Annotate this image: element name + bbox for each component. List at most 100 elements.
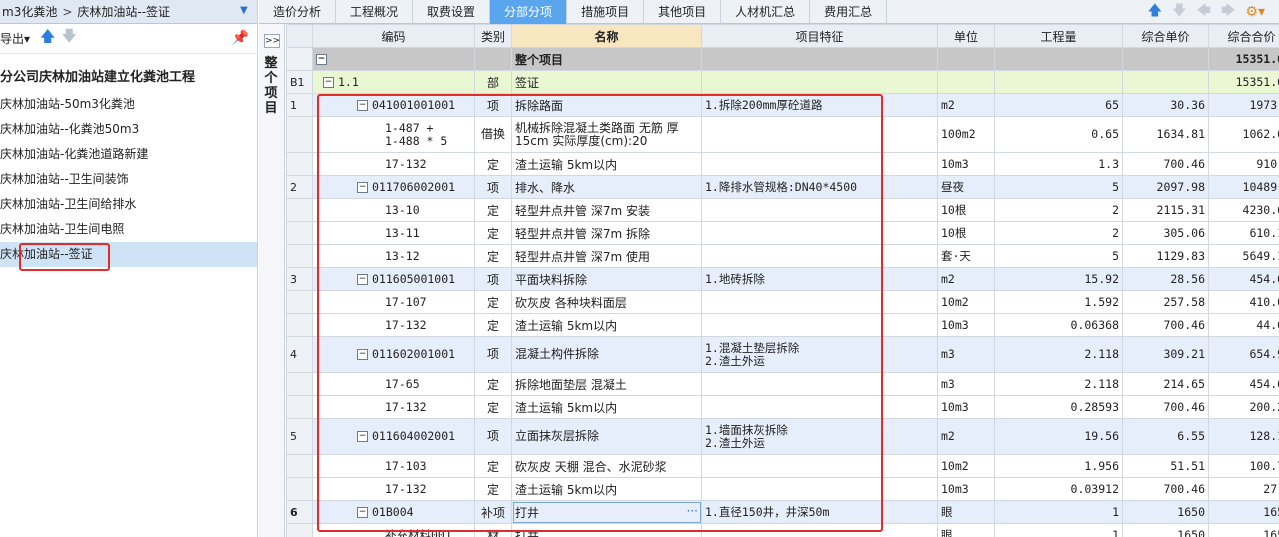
tab-1[interactable]: 工程概况 — [336, 0, 414, 24]
unit-cell[interactable]: 套·天 — [937, 244, 995, 268]
name-cell[interactable]: 机械拆除混凝土类路面 无筋 厚 15cm 实际厚度(cm):20 — [511, 116, 702, 153]
name-cell[interactable]: 砍灰皮 各种块料面层 — [511, 290, 702, 314]
name-cell[interactable]: 渣土运输 5km以内 — [511, 395, 702, 419]
type-cell[interactable]: 定 — [474, 221, 512, 245]
type-cell[interactable]: 补项 — [474, 500, 512, 524]
feature-cell[interactable] — [701, 198, 938, 222]
unit-cell[interactable]: m3 — [937, 372, 995, 396]
unit-cell[interactable]: 100m2 — [937, 116, 995, 153]
type-cell[interactable]: 材 — [474, 523, 512, 537]
collapse-toggle-icon[interactable]: − — [323, 77, 334, 88]
collapse-toggle-icon[interactable]: − — [357, 431, 368, 442]
tree-item[interactable]: 庆林加油站-化粪池道路新建 — [0, 142, 257, 167]
feature-cell[interactable]: 1.拆除200mm厚砼道路 — [701, 93, 938, 117]
feature-cell[interactable]: 1.直径150井，井深50m — [701, 500, 938, 524]
type-cell[interactable]: 项 — [474, 175, 512, 199]
unit-cell[interactable]: 10根 — [937, 221, 995, 245]
name-cell[interactable]: 打井 — [511, 523, 702, 537]
quantity-cell[interactable]: 0.06368 — [994, 313, 1123, 337]
unit-cell[interactable]: m2 — [937, 418, 995, 455]
unit-cell[interactable]: m3 — [937, 336, 995, 373]
move-left-icon[interactable]: 🡄 — [1196, 0, 1210, 24]
col-quantity[interactable]: 工程量 — [994, 24, 1123, 48]
breadcrumb-current[interactable]: 庆林加油站--签证 — [77, 3, 170, 20]
unit-cell[interactable]: 10根 — [937, 198, 995, 222]
code-cell[interactable]: 17-65 — [312, 372, 475, 396]
project-title[interactable]: 分公司庆林加油站建立化粪池工程 — [0, 54, 257, 92]
code-cell[interactable]: 17-132 — [312, 395, 475, 419]
unit-cell[interactable]: 眼 — [937, 523, 995, 537]
quantity-cell[interactable]: 5 — [994, 244, 1123, 268]
type-cell[interactable]: 项 — [474, 267, 512, 291]
collapse-toggle-icon[interactable]: − — [357, 100, 368, 111]
expand-collapse-button[interactable]: >> — [264, 34, 280, 48]
table-row[interactable]: 17-107定砍灰皮 各种块料面层10m21.592257.58410.07建筑 — [286, 290, 1279, 314]
name-cell[interactable]: 轻型井点井管 深7m 拆除 — [511, 221, 702, 245]
feature-cell[interactable] — [701, 221, 938, 245]
code-cell[interactable]: 13-12 — [312, 244, 475, 268]
feature-cell[interactable] — [701, 477, 938, 501]
type-cell[interactable]: 项 — [474, 336, 512, 373]
name-cell[interactable]: 渣土运输 5km以内 — [511, 313, 702, 337]
name-cell[interactable]: 轻型井点井管 深7m 安装 — [511, 198, 702, 222]
quantity-cell[interactable]: 1 — [994, 500, 1123, 524]
name-cell[interactable]: 拆除地面垫层 混凝土 — [511, 372, 702, 396]
code-cell[interactable]: −011605001001 — [312, 267, 475, 291]
table-row[interactable]: 1-487 +1-488 * 5 借换 机械拆除混凝土类路面 无筋 厚 15cm 实际… — [286, 116, 1279, 153]
arrow-up-icon[interactable]: 🡅 — [40, 26, 55, 51]
type-cell[interactable]: 定 — [474, 244, 512, 268]
quantity-cell[interactable]: 1.592 — [994, 290, 1123, 314]
collapse-toggle-icon[interactable]: − — [316, 54, 327, 65]
move-up-icon[interactable]: 🡅 — [1148, 0, 1162, 24]
name-cell[interactable]: 砍灰皮 天棚 混合、水泥砂浆 — [511, 454, 702, 478]
collapse-toggle-icon[interactable]: − — [357, 182, 368, 193]
feature-cell[interactable] — [701, 395, 938, 419]
table-row[interactable]: 17-132定渣土运输 5km以内10m30.03912700.4627.4建筑 — [286, 477, 1279, 501]
tree-item[interactable]: 庆林加油站-卫生间给排水 — [0, 192, 257, 217]
quantity-cell[interactable]: 1 — [994, 523, 1123, 537]
table-row[interactable]: 17-132定渣土运输 5km以内10m31.3700.46910.6建筑 — [286, 152, 1279, 176]
col-unit[interactable]: 单位 — [937, 24, 995, 48]
feature-cell[interactable]: 1.混凝土垫层拆除 2.渣土外运 — [701, 336, 938, 373]
type-cell[interactable]: 借换 — [474, 116, 512, 153]
name-cell[interactable]: 渣土运输 5km以内 — [511, 152, 702, 176]
type-cell[interactable]: 定 — [474, 477, 512, 501]
feature-cell[interactable] — [701, 372, 938, 396]
feature-cell[interactable] — [701, 454, 938, 478]
unit-cell[interactable]: 10m2 — [937, 290, 995, 314]
feature-cell[interactable]: 1.地砖拆除 — [701, 267, 938, 291]
settings-icon[interactable]: ⚙▾ — [1245, 4, 1265, 20]
chevron-down-icon[interactable]: ▼ — [240, 5, 248, 16]
code-cell[interactable]: −041001001001 — [312, 93, 475, 117]
collapse-toggle-icon[interactable]: − — [357, 349, 368, 360]
tab-6[interactable]: 人材机汇总 — [721, 0, 811, 24]
code-cell[interactable]: −011602001001 — [312, 336, 475, 373]
unit-cell[interactable]: 10m3 — [937, 152, 995, 176]
code-cell[interactable]: 17-103 — [312, 454, 475, 478]
table-row[interactable]: 3−011605001001 项平面块料拆除 1.地砖拆除 m2 15.92 28.56 4… — [286, 267, 1279, 291]
type-cell[interactable]: 定 — [474, 454, 512, 478]
type-cell[interactable]: 项 — [474, 418, 512, 455]
feature-cell[interactable] — [701, 152, 938, 176]
quantity-cell[interactable]: 1.956 — [994, 454, 1123, 478]
table-row[interactable]: 13-11定轻型井点井管 深7m 拆除10根2305.06610.12建筑 — [286, 221, 1279, 245]
tab-3[interactable]: 分部分项 — [490, 0, 568, 24]
tab-7[interactable]: 费用汇总 — [810, 0, 888, 24]
quantity-cell[interactable]: 2.118 — [994, 336, 1123, 373]
code-cell[interactable]: 补充材料001 — [312, 523, 475, 537]
feature-cell[interactable]: 1.降排水管规格:DN40*4500 — [701, 175, 938, 199]
type-cell[interactable]: 定 — [474, 198, 512, 222]
table-row[interactable]: 13-10定轻型井点井管 深7m 安装10根22115.314230.62建筑 — [286, 198, 1279, 222]
code-cell[interactable]: 17-132 — [312, 313, 475, 337]
type-cell[interactable]: 定 — [474, 313, 512, 337]
code-cell[interactable]: 17-132 — [312, 152, 475, 176]
table-row[interactable]: 4−011602001001 项混凝土构件拆除 1.混凝土垫层拆除 2.渣土外运 m3 2… — [286, 336, 1279, 373]
quantity-cell[interactable]: 0.03912 — [994, 477, 1123, 501]
breadcrumb-parent[interactable]: m3化粪池 — [2, 3, 57, 20]
quantity-cell[interactable]: 2 — [994, 221, 1123, 245]
table-row[interactable]: 13-12定轻型井点井管 深7m 使用套·天51129.835649.15建筑 — [286, 244, 1279, 268]
unit-cell[interactable]: 10m3 — [937, 477, 995, 501]
type-cell[interactable]: 定 — [474, 395, 512, 419]
quantity-cell[interactable]: 65 — [994, 93, 1123, 117]
tree-item[interactable]: 庆林加油站--卫生间装饰 — [0, 167, 257, 192]
